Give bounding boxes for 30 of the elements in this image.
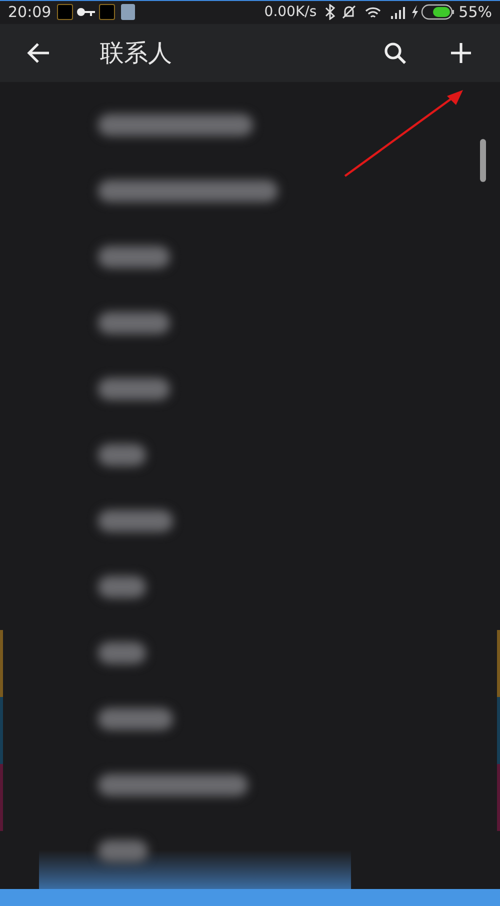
wifi-icon: [364, 6, 381, 19]
blurred-contact-name[interactable]: [98, 246, 170, 268]
page-title: 联系人: [100, 38, 172, 69]
blurred-contact-name[interactable]: [98, 840, 148, 862]
app-notification-icon: [121, 4, 136, 20]
back-arrow-icon: [27, 42, 51, 64]
battery-percent: 55%: [458, 2, 492, 23]
key-icon: [77, 7, 96, 18]
scrollbar-thumb: [480, 139, 486, 182]
signal-icon: [390, 6, 407, 19]
bluetooth-icon: [324, 4, 335, 20]
search-icon: [383, 40, 407, 65]
charging-icon: [410, 5, 419, 20]
blurred-contact-name[interactable]: [98, 180, 278, 202]
plus-icon: [450, 42, 472, 64]
app-notification-icon: [57, 4, 74, 20]
battery-icon: [420, 4, 455, 20]
network-speed: 0.00K/s: [264, 2, 317, 22]
blurred-contact-name[interactable]: [98, 708, 173, 730]
blurred-contact-name[interactable]: [98, 642, 146, 664]
blurred-contact-name[interactable]: [98, 312, 170, 334]
status-time: 20:09: [8, 2, 52, 23]
muted-bell-icon: [340, 4, 357, 20]
blurred-contact-name[interactable]: [98, 444, 146, 466]
blurred-contact-name[interactable]: [98, 510, 173, 532]
blurred-contact-name[interactable]: [98, 378, 170, 400]
blurred-contact-name[interactable]: [98, 114, 253, 136]
blurred-contact-name[interactable]: [98, 576, 146, 598]
blurred-contact-name[interactable]: [98, 774, 248, 796]
app-notification-icon: [99, 4, 116, 20]
